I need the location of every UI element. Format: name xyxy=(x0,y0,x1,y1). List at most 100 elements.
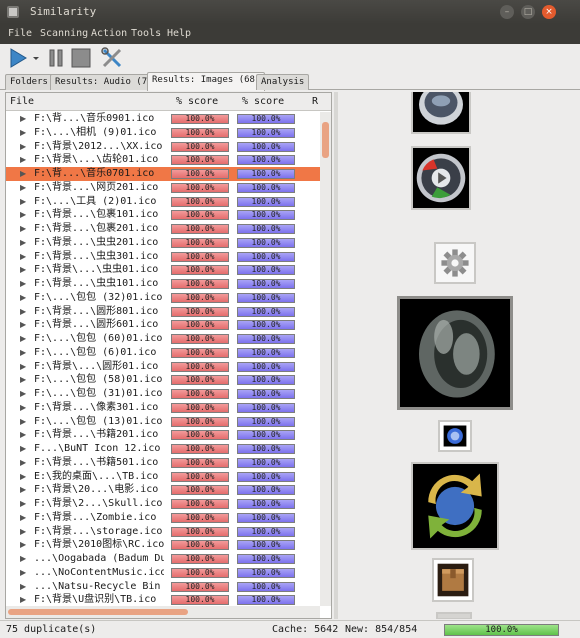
expand-arrow-icon[interactable]: ▶ xyxy=(20,580,26,594)
table-row[interactable]: ▶ F:\背景...\圆形601.ico 100.0% 100.0% xyxy=(6,318,320,332)
expand-arrow-icon[interactable]: ▶ xyxy=(20,305,26,319)
table-row[interactable]: ▶ F:\背景\20...\电影.ico 100.0% 100.0% xyxy=(6,483,320,497)
expand-arrow-icon[interactable]: ▶ xyxy=(20,456,26,470)
table-row[interactable]: ▶ F:\...\包包 (32)01.ico 100.0% 100.0% xyxy=(6,291,320,305)
menu-action[interactable]: Action xyxy=(91,28,127,39)
table-row[interactable]: ▶ F:\背景...\像素301.ico 100.0% 100.0% xyxy=(6,401,320,415)
tab-results-images[interactable]: Results: Images (68) xyxy=(147,72,266,91)
vertical-scroll-thumb[interactable] xyxy=(322,122,329,158)
table-row[interactable]: ▶ F:\背景...\书籍201.ico 100.0% 100.0% xyxy=(6,428,320,442)
expand-arrow-icon[interactable]: ▶ xyxy=(20,387,26,401)
column-score-2[interactable]: % score xyxy=(242,96,284,107)
menu-tools[interactable]: Tools xyxy=(131,28,161,39)
recycle-arrows-thumbnail[interactable] xyxy=(411,462,499,550)
expand-arrow-icon[interactable]: ▶ xyxy=(20,112,26,126)
title-bar[interactable]: Similarity – □ × xyxy=(0,0,580,24)
table-row[interactable]: ▶ F:\...\包包 (31)01.ico 100.0% 100.0% xyxy=(6,387,320,401)
blue-orb-thumbnail[interactable] xyxy=(438,420,472,452)
expand-arrow-icon[interactable]: ▶ xyxy=(20,250,26,264)
expand-arrow-icon[interactable]: ▶ xyxy=(20,153,26,167)
column-file[interactable]: File xyxy=(10,96,34,107)
expand-arrow-icon[interactable]: ▶ xyxy=(20,442,26,456)
expand-arrow-icon[interactable]: ▶ xyxy=(20,222,26,236)
table-row[interactable]: ▶ F:\背景...\storage.ico 100.0% 100.0% xyxy=(6,525,320,539)
table-row[interactable]: ▶ F:\背景\...\虫虫01.ico 100.0% 100.0% xyxy=(6,263,320,277)
table-row[interactable]: ▶ F:\背景...\Zombie.ico 100.0% 100.0% xyxy=(6,511,320,525)
expand-arrow-icon[interactable]: ▶ xyxy=(20,511,26,525)
expand-arrow-icon[interactable]: ▶ xyxy=(20,525,26,539)
expand-arrow-icon[interactable]: ▶ xyxy=(20,428,26,442)
expand-arrow-icon[interactable]: ▶ xyxy=(20,167,26,181)
expand-arrow-icon[interactable]: ▶ xyxy=(20,360,26,374)
expand-arrow-icon[interactable]: ▶ xyxy=(20,415,26,429)
table-row[interactable]: ▶ F:\...\工具 (2)01.ico 100.0% 100.0% xyxy=(6,195,320,209)
table-row[interactable]: ▶ F:\背景...\书籍501.ico 100.0% 100.0% xyxy=(6,456,320,470)
expand-arrow-icon[interactable]: ▶ xyxy=(20,566,26,580)
expand-arrow-icon[interactable]: ▶ xyxy=(20,181,26,195)
expand-arrow-icon[interactable]: ▶ xyxy=(20,277,26,291)
table-row[interactable]: ▶ F:\...\相机 (9)01.ico 100.0% 100.0% xyxy=(6,126,320,140)
menu-help[interactable]: Help xyxy=(167,28,191,39)
table-row[interactable]: ▶ F:\背景\...\圆形01.ico 100.0% 100.0% xyxy=(6,360,320,374)
table-row[interactable]: ▶ F:\背景...\虫虫101.ico 100.0% 100.0% xyxy=(6,277,320,291)
table-row[interactable]: ▶ F:\背景...\网页201.ico 100.0% 100.0% xyxy=(6,181,320,195)
tools-icon[interactable] xyxy=(100,47,124,69)
table-row[interactable]: ▶ F:\背景...\虫虫201.ico 100.0% 100.0% xyxy=(6,236,320,250)
package-box-thumbnail[interactable] xyxy=(432,558,474,602)
table-row[interactable]: ▶ F:\背...\音乐0701.ico 100.0% 100.0% xyxy=(6,167,320,181)
next-thumbnail-partial[interactable] xyxy=(436,612,472,619)
tab-results-audio[interactable]: Results: Audio (7) xyxy=(50,74,158,90)
table-row[interactable]: ▶ F:\背景\2010图标\RC.ico 100.0% 100.0% xyxy=(6,538,320,552)
expand-arrow-icon[interactable]: ▶ xyxy=(20,552,26,566)
table-row[interactable]: ▶ F:\背景\2012...\XX.ico 100.0% 100.0% xyxy=(6,140,320,154)
table-row[interactable]: ▶ ...\Natsu-Recycle Bin 100.0% 100.0% xyxy=(6,580,320,594)
pause-icon[interactable] xyxy=(46,47,66,69)
table-row[interactable]: ▶ F:\背景...\圆形801.ico 100.0% 100.0% xyxy=(6,305,320,319)
maximize-button[interactable]: □ xyxy=(521,5,535,19)
expand-arrow-icon[interactable]: ▶ xyxy=(20,291,26,305)
tab-folders[interactable]: Folders xyxy=(5,74,53,90)
menu-file[interactable]: File xyxy=(8,28,32,39)
expand-arrow-icon[interactable]: ▶ xyxy=(20,195,26,209)
expand-arrow-icon[interactable]: ▶ xyxy=(20,236,26,250)
music-orb-thumbnail[interactable] xyxy=(411,92,471,134)
expand-arrow-icon[interactable]: ▶ xyxy=(20,593,26,607)
column-score-1[interactable]: % score xyxy=(176,96,218,107)
stop-icon[interactable] xyxy=(70,47,92,69)
speaker-thumbnail[interactable] xyxy=(397,296,513,410)
table-row[interactable]: ▶ F:\背景...\包裹101.ico 100.0% 100.0% xyxy=(6,208,320,222)
expand-arrow-icon[interactable]: ▶ xyxy=(20,126,26,140)
table-row[interactable]: ▶ F:\背...\音乐0901.ico 100.0% 100.0% xyxy=(6,112,320,126)
table-row[interactable]: ▶ F:\...\包包 (13)01.ico 100.0% 100.0% xyxy=(6,415,320,429)
table-row[interactable]: ▶ F:\背景...\虫虫301.ico 100.0% 100.0% xyxy=(6,250,320,264)
expand-arrow-icon[interactable]: ▶ xyxy=(20,470,26,484)
table-row[interactable]: ▶ F:\背景\...\齿轮01.ico 100.0% 100.0% xyxy=(6,153,320,167)
table-row[interactable]: ▶ F:\背景...\包裹201.ico 100.0% 100.0% xyxy=(6,222,320,236)
expand-arrow-icon[interactable]: ▶ xyxy=(20,263,26,277)
gear-thumbnail[interactable] xyxy=(434,242,476,284)
expand-arrow-icon[interactable]: ▶ xyxy=(20,483,26,497)
expand-arrow-icon[interactable]: ▶ xyxy=(20,401,26,415)
menu-scanning[interactable]: Scanning xyxy=(40,28,88,39)
expand-arrow-icon[interactable]: ▶ xyxy=(20,208,26,222)
table-row[interactable]: ▶ F:\...\包包 (60)01.ico 100.0% 100.0% xyxy=(6,332,320,346)
pane-splitter[interactable] xyxy=(334,92,338,619)
table-row[interactable]: ▶ F:\...\包包 (6)01.ico 100.0% 100.0% xyxy=(6,346,320,360)
expand-arrow-icon[interactable]: ▶ xyxy=(20,373,26,387)
table-row[interactable]: ▶ F:\背景\U盘识别\TB.ico 100.0% 100.0% xyxy=(6,593,320,607)
table-row[interactable]: ▶ F:\...\包包 (58)01.ico 100.0% 100.0% xyxy=(6,373,320,387)
table-row[interactable]: ▶ E:\我的桌面\...\TB.ico 100.0% 100.0% xyxy=(6,470,320,484)
media-play-orb-thumbnail[interactable] xyxy=(411,146,471,210)
expand-arrow-icon[interactable]: ▶ xyxy=(20,140,26,154)
table-row[interactable]: ▶ F:\背景\2...\Skull.ico 100.0% 100.0% xyxy=(6,497,320,511)
minimize-button[interactable]: – xyxy=(500,5,514,19)
horizontal-scrollbar[interactable] xyxy=(6,606,320,618)
table-row[interactable]: ▶ ...\Oogabada (Badum Du 100.0% 100.0% xyxy=(6,552,320,566)
table-row[interactable]: ▶ ...\NoContentMusic.ico 100.0% 100.0% xyxy=(6,566,320,580)
table-row[interactable]: ▶ F...\BuNT Icon 12.ico 100.0% 100.0% xyxy=(6,442,320,456)
close-button[interactable]: × xyxy=(542,5,556,19)
horizontal-scroll-thumb[interactable] xyxy=(8,609,188,615)
expand-arrow-icon[interactable]: ▶ xyxy=(20,332,26,346)
tab-analysis[interactable]: Analysis xyxy=(256,74,310,90)
play-icon[interactable] xyxy=(8,47,28,69)
